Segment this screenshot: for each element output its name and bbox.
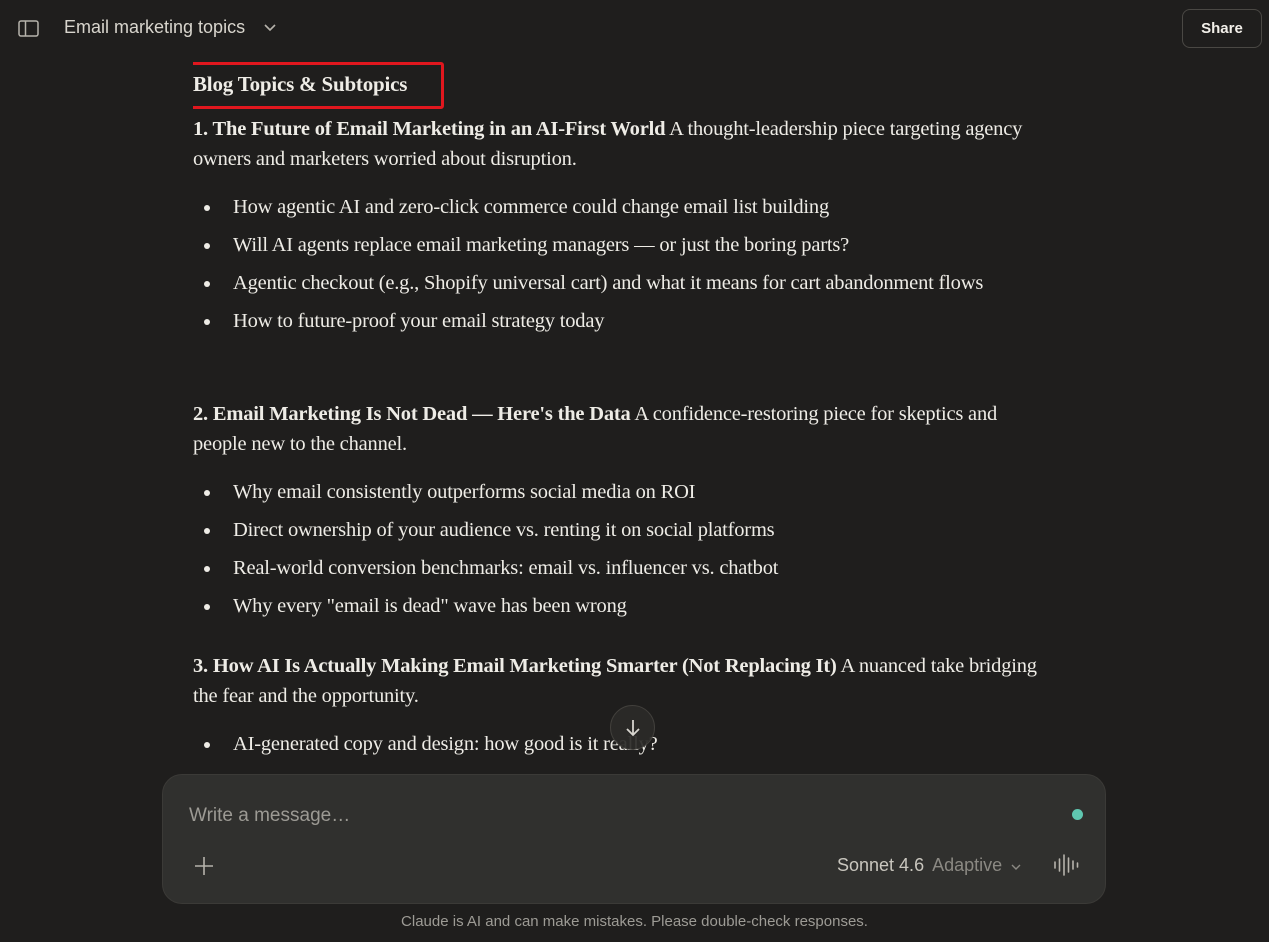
subtopic-list: Why email consistently outperforms socia…: [193, 476, 1053, 623]
list-item: How agentic AI and zero-click commerce c…: [193, 191, 1053, 224]
message-input[interactable]: [189, 803, 1049, 829]
topic-title: 2. Email Marketing Is Not Dead — Here's …: [193, 403, 631, 425]
topic-paragraph: 2. Email Marketing Is Not Dead — Here's …: [193, 399, 1053, 459]
list-item: Why every "email is dead" wave has been …: [193, 590, 1053, 623]
chat-title-menu[interactable]: Email marketing topics: [64, 17, 277, 38]
model-name: Sonnet 4.6: [837, 854, 925, 875]
topic-paragraph: 1. The Future of Email Marketing in an A…: [193, 114, 1053, 174]
status-dot: [1072, 809, 1083, 820]
waveform-icon: [1054, 854, 1079, 876]
chevron-down-icon: [263, 17, 277, 38]
chevron-down-icon: [1010, 855, 1022, 876]
topic-section: 2. Email Marketing Is Not Dead — Here's …: [193, 399, 1053, 628]
topic-paragraph: 3. How AI Is Actually Making Email Marke…: [193, 651, 1053, 711]
message-composer: Sonnet 4.6 Adaptive: [162, 774, 1106, 904]
sidebar-toggle-icon[interactable]: [18, 20, 40, 38]
assistant-response: Blog Topics & Subtopics 1. The Future of…: [193, 62, 1053, 774]
list-item: How to future-proof your email strategy …: [193, 305, 1053, 338]
topic-title: 3. How AI Is Actually Making Email Marke…: [193, 655, 837, 677]
list-item: Direct ownership of your audience vs. re…: [193, 514, 1053, 547]
add-attachment-button[interactable]: [191, 853, 217, 879]
model-selector[interactable]: Sonnet 4.6 Adaptive: [837, 853, 1022, 877]
scroll-to-bottom-button[interactable]: [610, 705, 655, 750]
topic-title: 1. The Future of Email Marketing in an A…: [193, 118, 666, 140]
subtopic-list: How agentic AI and zero-click commerce c…: [193, 191, 1053, 338]
top-bar: Email marketing topics Share: [0, 0, 1269, 58]
model-mode: Adaptive: [932, 854, 1003, 875]
list-item: Real-world conversion benchmarks: email …: [193, 552, 1053, 585]
list-item: Will AI agents replace email marketing m…: [193, 229, 1053, 262]
topic-section: 1. The Future of Email Marketing in an A…: [193, 114, 1053, 343]
list-item: Agentic checkout (e.g., Shopify universa…: [193, 267, 1053, 300]
chat-title: Email marketing topics: [64, 17, 246, 37]
response-heading: Blog Topics & Subtopics: [193, 72, 408, 96]
arrow-down-icon: [625, 719, 640, 736]
voice-mode-button[interactable]: [1052, 852, 1080, 878]
disclaimer-text: Claude is AI and can make mistakes. Plea…: [401, 913, 868, 930]
share-button[interactable]: Share: [1182, 9, 1262, 48]
list-item: Why email consistently outperforms socia…: [193, 476, 1053, 509]
plus-icon: [195, 857, 213, 875]
